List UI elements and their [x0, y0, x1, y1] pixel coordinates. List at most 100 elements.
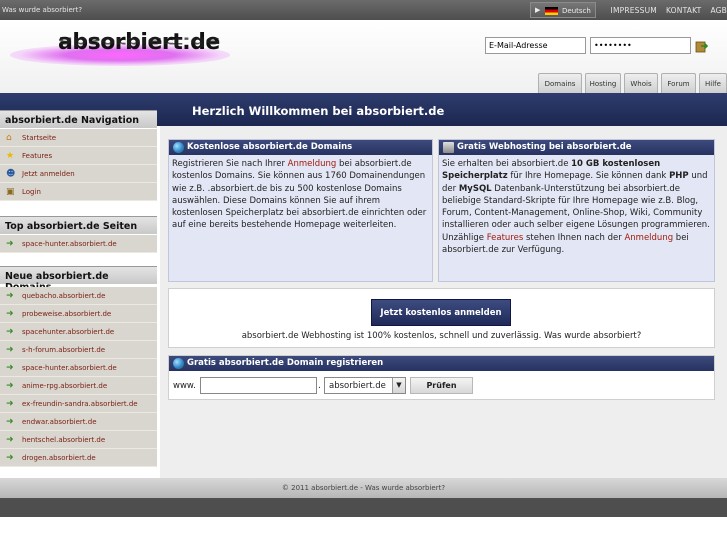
sidebar-item-login[interactable]: ▣ Login: [0, 183, 157, 201]
sidebar-item-anmelden[interactable]: ☻ Jetzt anmelden: [0, 165, 157, 183]
hosting-box-title: Gratis Webhosting bei absorbiert.de: [457, 142, 632, 152]
page-title: Herzlich Willkommen bei absorbiert.de: [192, 104, 445, 118]
arrow-right-icon: ➜: [6, 399, 14, 409]
text: Unzählige: [442, 232, 487, 243]
star-icon: ★: [6, 151, 15, 161]
sidebar-new-item[interactable]: ➜ drogen.absorbiert.de: [0, 449, 157, 467]
hosting-box-header: Gratis Webhosting bei absorbiert.de: [439, 140, 714, 155]
sidebar-item-label: spacehunter.absorbiert.de: [22, 328, 115, 336]
sidebar-item-label: ex-freundin-sandra.absorbiert.de: [22, 400, 138, 408]
arrow-right-icon: ➜: [6, 291, 14, 301]
domains-box-text: Registrieren Sie nach Ihrer Anmeldung be…: [172, 158, 429, 232]
arrow-right-icon: ➜: [6, 309, 14, 319]
anmeldung-link[interactable]: Anmeldung: [624, 233, 673, 243]
tld-value: absorbiert.de: [329, 381, 386, 391]
sidebar-new-item[interactable]: ➜ hentschel.absorbiert.de: [0, 431, 157, 449]
arrow-right-icon: ➜: [6, 417, 14, 427]
domain-register-box: Gratis absorbiert.de Domain registrieren…: [168, 355, 715, 400]
sidebar-new-item[interactable]: ➜ s-h-forum.absorbiert.de: [0, 341, 157, 359]
password-field[interactable]: [590, 37, 691, 54]
sidebar-new-item[interactable]: ➜ endwar.absorbiert.de: [0, 413, 157, 431]
sidebar-item-label: anime-rpg.absorbiert.de: [22, 382, 108, 390]
cta-text: absorbiert.de Webhosting ist 100% kosten…: [241, 331, 642, 341]
top-bar: Was wurde absorbiert? ▶ Deutsch IMPRESSU…: [0, 0, 727, 20]
sidebar-item-features[interactable]: ★ Features: [0, 147, 157, 165]
top-links: IMPRESSUM KONTAKT AGB: [602, 6, 727, 15]
text: Registrieren Sie nach Ihrer: [172, 159, 288, 169]
features-link[interactable]: Features: [487, 233, 524, 243]
kontakt-link[interactable]: KONTAKT: [666, 6, 701, 15]
text: stehen Ihnen nach der: [523, 232, 625, 243]
tld-select[interactable]: absorbiert.de ▼: [324, 377, 406, 394]
text: für Ihre Homepage. Sie können dank: [507, 171, 670, 182]
sidebar-top-item[interactable]: ➜ space-hunter.absorbiert.de: [0, 235, 157, 253]
footer: © 2011 absorbiert.de - Was wurde absorbi…: [0, 478, 727, 498]
check-domain-button[interactable]: Prüfen: [410, 377, 473, 394]
arrow-right-icon: ➜: [6, 345, 14, 355]
server-icon: [443, 142, 454, 153]
arrow-right-icon: ➜: [6, 435, 14, 445]
globe-icon: [173, 142, 184, 153]
email-field[interactable]: [485, 37, 586, 54]
sidebar-item-label: s-h-forum.absorbiert.de: [22, 346, 106, 354]
page-bottom: [0, 517, 727, 545]
sidebar-item-label: Features: [22, 152, 53, 160]
tab-hosting[interactable]: Hosting: [585, 73, 621, 93]
sidebar-item-label: Jetzt anmelden: [22, 170, 75, 178]
tagline: Was wurde absorbiert?: [2, 6, 83, 14]
arrow-right-icon: ➜: [6, 363, 14, 373]
footer-bar: [0, 498, 727, 517]
sidebar-new-item[interactable]: ➜ space-hunter.absorbiert.de: [0, 359, 157, 377]
domain-dot: .: [318, 381, 321, 391]
play-arrow-icon: ▶: [535, 6, 541, 14]
anmeldung-link[interactable]: Anmeldung: [288, 159, 337, 169]
domain-name-input[interactable]: [200, 377, 317, 394]
sidebar-new-item[interactable]: ➜ ex-freundin-sandra.absorbiert.de: [0, 395, 157, 413]
sidebar-item-label: endwar.absorbiert.de: [22, 418, 97, 426]
www-prefix: www.: [173, 381, 196, 391]
language-label: Deutsch: [562, 7, 591, 15]
text: Sie erhalten bei absorbiert.de: [442, 159, 572, 169]
signup-button[interactable]: Jetzt kostenlos anmelden: [371, 299, 511, 326]
tab-domains[interactable]: Domains: [538, 73, 582, 93]
domains-box: Kostenlose absorbiert.de Domains Registr…: [168, 139, 433, 282]
arrow-right-icon: ➜: [6, 239, 14, 249]
sidebar-new-item[interactable]: ➜ anime-rpg.absorbiert.de: [0, 377, 157, 395]
login-submit-icon[interactable]: [695, 39, 709, 53]
sidebar-item-label: space-hunter.absorbiert.de: [22, 240, 117, 248]
hosting-box: Gratis Webhosting bei absorbiert.de Sie …: [438, 139, 715, 282]
text: PHP: [669, 171, 689, 182]
sidebar-item-label: space-hunter.absorbiert.de: [22, 364, 117, 372]
impressum-link[interactable]: IMPRESSUM: [611, 6, 657, 15]
sidebar-new-item[interactable]: ➜ quebacho.absorbiert.de: [0, 287, 157, 305]
sidebar-top-title: Top absorbiert.de Seiten: [0, 216, 157, 234]
arrow-right-icon: ➜: [6, 327, 14, 337]
sidebar-item-label: hentschel.absorbiert.de: [22, 436, 106, 444]
text: bei absorbiert.de kostenlos Domains. Sie…: [172, 159, 427, 231]
user-add-icon: ☻: [6, 169, 16, 179]
tab-forum[interactable]: Forum: [661, 73, 696, 93]
text: MySQL: [458, 183, 492, 194]
sidebar-item-label: probeweise.absorbiert.de: [22, 310, 112, 318]
register-header: Gratis absorbiert.de Domain registrieren: [169, 356, 714, 371]
hosting-box-text: Sie erhalten bei absorbiert.de 10 GB kos…: [442, 158, 711, 256]
globe-icon: [173, 358, 184, 369]
arrow-right-icon: ➜: [6, 453, 14, 463]
sidebar-item-startseite[interactable]: ⌂ Startseite: [0, 129, 157, 147]
chevron-down-icon[interactable]: ▼: [392, 378, 405, 393]
language-selector[interactable]: ▶ Deutsch: [530, 2, 596, 18]
sidebar-item-label: quebacho.absorbiert.de: [22, 292, 106, 300]
home-icon: ⌂: [6, 133, 12, 143]
sidebar-new-item[interactable]: ➜ spacehunter.absorbiert.de: [0, 323, 157, 341]
sidebar-new-item[interactable]: ➜ probeweise.absorbiert.de: [0, 305, 157, 323]
sidebar-item-label: Login: [22, 188, 41, 196]
domains-box-title: Kostenlose absorbiert.de Domains: [187, 142, 353, 152]
tab-whois[interactable]: Whois: [624, 73, 658, 93]
sidebar-nav-title: absorbiert.de Navigation: [0, 110, 157, 128]
tab-hilfe[interactable]: Hilfe: [699, 73, 727, 93]
arrow-right-icon: ➜: [6, 381, 14, 391]
agb-link[interactable]: AGB: [710, 6, 727, 15]
sidebar-item-label: drogen.absorbiert.de: [22, 454, 96, 462]
domains-box-header: Kostenlose absorbiert.de Domains: [169, 140, 432, 155]
register-title: Gratis absorbiert.de Domain registrieren: [187, 358, 384, 368]
